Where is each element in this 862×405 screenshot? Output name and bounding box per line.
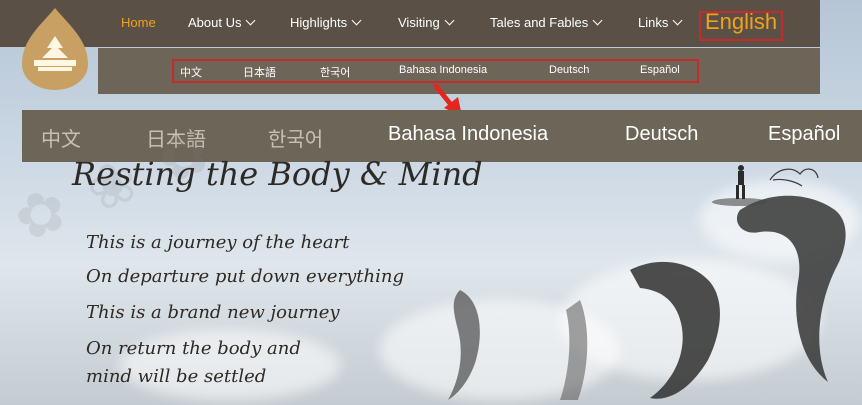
poem-line-4: On return the body and xyxy=(86,338,301,359)
poem-line-3: This is a brand new journey xyxy=(86,302,340,323)
language-option-spanish[interactable]: Español xyxy=(640,64,680,76)
chevron-down-icon xyxy=(672,15,683,26)
nav-highlights-label: Highlights xyxy=(290,15,348,30)
brush-stroke-artwork xyxy=(448,165,846,400)
chevron-down-icon xyxy=(351,15,362,26)
language-switch-english[interactable]: English xyxy=(705,9,777,35)
language-option-korean[interactable]: 한국어 xyxy=(320,64,350,80)
language-option-chinese-large[interactable]: 中文 xyxy=(41,123,81,152)
language-option-spanish-large[interactable]: Español xyxy=(768,123,840,146)
nav-about-us-label: About Us xyxy=(188,15,242,30)
nav-visiting-link[interactable]: Visiting xyxy=(398,15,455,30)
nav-tales-and-fables-link[interactable]: Tales and Fables xyxy=(490,15,603,30)
nav-visiting-label: Visiting xyxy=(398,15,440,30)
chevron-down-icon xyxy=(246,15,256,26)
language-option-german[interactable]: Deutsch xyxy=(549,64,589,76)
chevron-down-icon xyxy=(444,15,455,26)
language-option-indonesian-large[interactable]: Bahasa Indonesia xyxy=(388,123,548,146)
poem-line-5: mind will be settled xyxy=(86,366,267,387)
nav-links-label: Links xyxy=(638,15,669,30)
poem-line-1: This is a journey of the heart xyxy=(86,232,350,253)
nav-about-us-link[interactable]: About Us xyxy=(188,15,256,30)
chevron-down-icon xyxy=(592,15,603,26)
nav-home-label: Home xyxy=(121,15,156,30)
language-option-chinese[interactable]: 中文 xyxy=(180,64,202,80)
language-option-korean-large[interactable]: 한국어 xyxy=(268,123,323,152)
language-option-indonesian[interactable]: Bahasa Indonesia xyxy=(399,64,487,76)
language-option-german-large[interactable]: Deutsch xyxy=(625,123,698,146)
temple-logo[interactable] xyxy=(18,6,92,92)
nav-home-link[interactable]: Home xyxy=(121,15,156,30)
language-option-japanese[interactable]: 日本語 xyxy=(243,64,276,80)
nav-highlights-link[interactable]: Highlights xyxy=(290,15,362,30)
nav-tales-and-fables-label: Tales and Fables xyxy=(490,15,589,30)
nav-links-link[interactable]: Links xyxy=(638,15,683,30)
poem-line-2: On departure put down everything xyxy=(86,266,405,287)
page-heading: Resting the Body & Mind xyxy=(72,155,483,193)
